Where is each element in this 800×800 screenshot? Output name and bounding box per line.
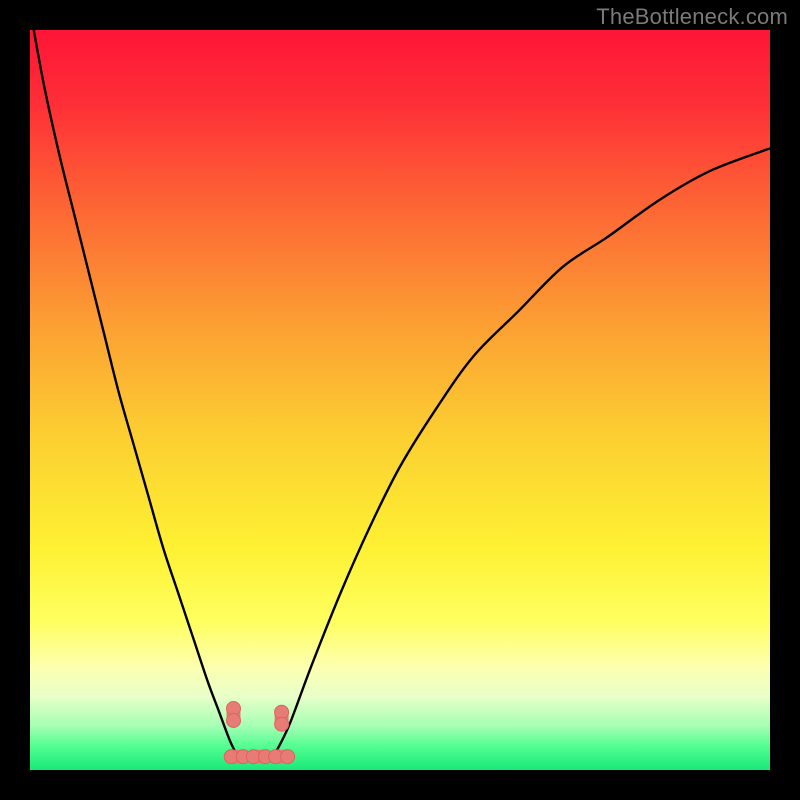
chart-frame: TheBottleneck.com [0, 0, 800, 800]
watermark-text: TheBottleneck.com [596, 4, 788, 30]
marker-bottom-right [269, 750, 295, 764]
markers-layer [30, 30, 770, 770]
plot-area [30, 30, 770, 770]
marker-right-pair [275, 705, 289, 731]
marker-left-pair [227, 702, 241, 728]
